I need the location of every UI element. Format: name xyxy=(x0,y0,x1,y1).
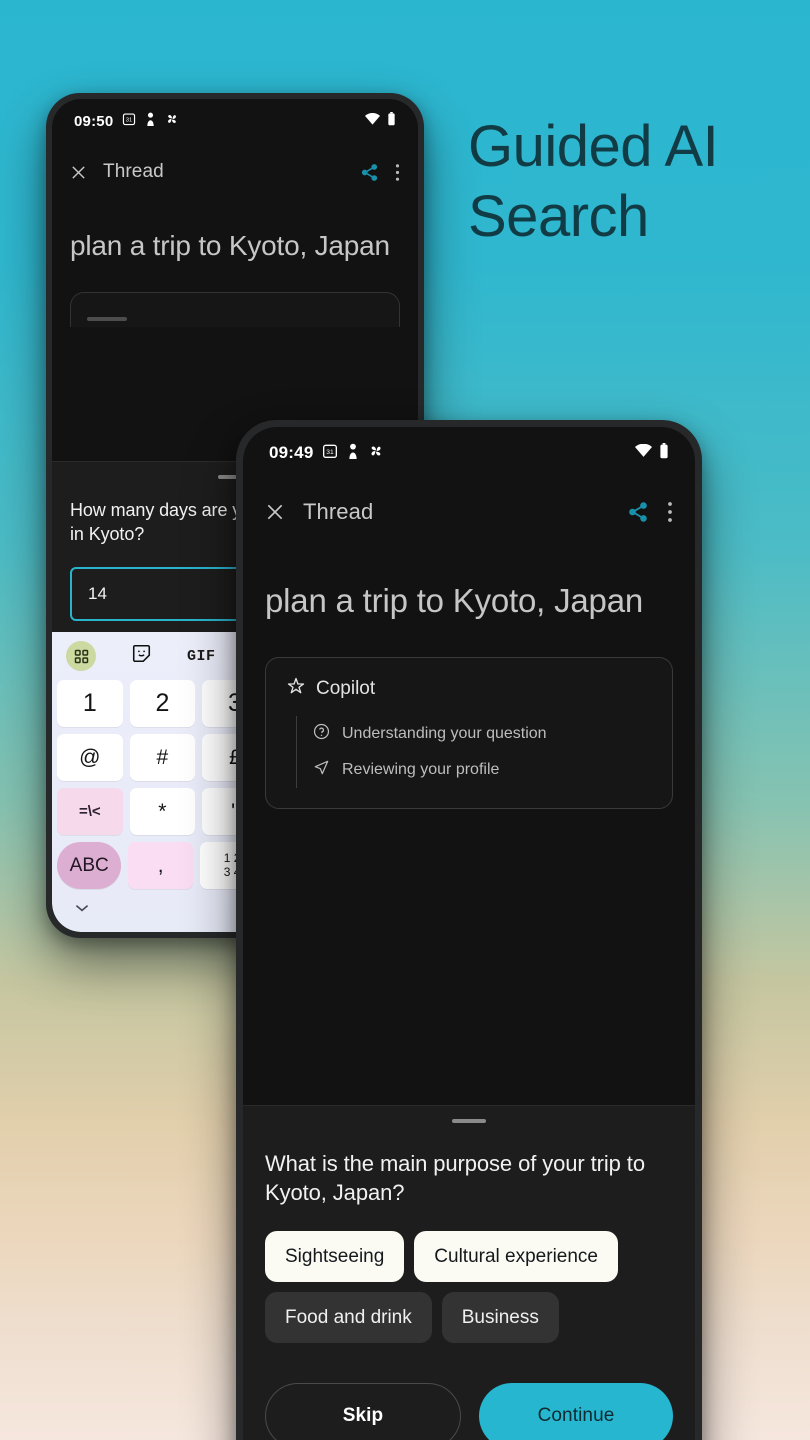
key-asterisk[interactable]: * xyxy=(129,788,196,835)
app-bar-title: Thread xyxy=(303,499,374,524)
status-bar-left: 09:49 31 xyxy=(269,443,384,464)
copilot-title: Copilot xyxy=(316,677,376,699)
status-time: 09:50 xyxy=(74,112,114,130)
more-vertical-icon[interactable] xyxy=(667,501,673,523)
key-abc[interactable]: ABC xyxy=(57,842,122,889)
close-icon[interactable] xyxy=(70,164,87,181)
days-input-value: 14 xyxy=(88,583,107,603)
battery-icon xyxy=(659,442,669,464)
sparkle-icon xyxy=(286,676,306,702)
sheet-question: What is the main purpose of your trip to… xyxy=(265,1150,645,1205)
send-icon xyxy=(313,759,330,781)
key-comma[interactable]: , xyxy=(128,842,193,889)
chip-cultural-experience[interactable]: Cultural experience xyxy=(414,1231,618,1282)
key-2[interactable]: 2 xyxy=(129,680,196,727)
status-time: 09:49 xyxy=(269,443,314,462)
more-vertical-icon[interactable] xyxy=(395,163,400,182)
svg-text:31: 31 xyxy=(327,449,335,456)
calendar-31-icon: 31 xyxy=(322,443,338,464)
person-icon xyxy=(347,443,359,464)
thread-query: plan a trip to Kyoto, Japan xyxy=(70,230,390,261)
wifi-icon xyxy=(365,112,380,130)
battery-icon xyxy=(387,111,396,131)
page-title-line-1: Guided AI xyxy=(468,114,719,179)
copilot-step: Understanding your question xyxy=(313,716,652,752)
copilot-step-label: Understanding your question xyxy=(342,724,547,742)
thread-body: plan a trip to Kyoto, Japan Copilot Unde… xyxy=(243,545,695,809)
skip-button[interactable]: Skip xyxy=(265,1383,461,1440)
key-1[interactable]: 1 xyxy=(57,680,123,727)
svg-text:31: 31 xyxy=(126,117,132,123)
pinwheel-icon xyxy=(368,443,384,464)
copilot-step: Reviewing your profile xyxy=(313,752,652,788)
sheet-actions: Skip Continue xyxy=(243,1343,695,1440)
status-bar: 09:50 31 xyxy=(52,99,418,143)
copilot-card-peek xyxy=(70,292,400,328)
phone-mockup-front: 09:49 31 Thread plan a trip to Kyoto, Ja… xyxy=(236,420,702,1440)
status-bar-right xyxy=(365,111,396,131)
thread-query: plan a trip to Kyoto, Japan xyxy=(265,582,644,619)
app-bar: Thread xyxy=(243,479,695,545)
copilot-step-label: Reviewing your profile xyxy=(342,760,500,778)
status-bar-left: 09:50 31 xyxy=(74,112,179,131)
copilot-steps: Understanding your question Reviewing yo… xyxy=(296,715,652,788)
help-circle-icon xyxy=(313,723,330,745)
key-at[interactable]: @ xyxy=(57,734,123,781)
page-title: Guided AI Search xyxy=(468,112,798,252)
pinwheel-icon xyxy=(165,112,179,131)
key-hash[interactable]: # xyxy=(129,734,196,781)
wifi-icon xyxy=(635,443,652,462)
status-bar-right xyxy=(635,442,669,464)
chip-sightseeing[interactable]: Sightseeing xyxy=(265,1231,405,1282)
chip-business[interactable]: Business xyxy=(441,1292,559,1343)
question-sheet: What is the main purpose of your trip to… xyxy=(243,1104,695,1440)
thread-body: plan a trip to Kyoto, Japan xyxy=(52,201,418,328)
app-bar-title: Thread xyxy=(103,161,164,182)
sticker-icon[interactable] xyxy=(132,644,151,668)
grid-icon[interactable] xyxy=(66,641,96,671)
close-icon[interactable] xyxy=(265,502,285,522)
share-icon[interactable] xyxy=(360,163,379,182)
calendar-31-icon: 31 xyxy=(122,112,136,131)
key-more-symbols[interactable]: =\< xyxy=(57,788,123,835)
continue-button[interactable]: Continue xyxy=(479,1383,673,1440)
gif-button[interactable]: GIF xyxy=(187,648,216,665)
copilot-header: Copilot xyxy=(286,676,652,702)
app-bar: Thread xyxy=(52,143,418,201)
page-title-line-2: Search xyxy=(468,184,649,250)
chevron-down-icon[interactable] xyxy=(74,900,90,918)
share-icon[interactable] xyxy=(627,501,649,523)
chip-food-and-drink[interactable]: Food and drink xyxy=(265,1292,432,1343)
promo-stage: Guided AI Search 09:50 31 Thread plan a … xyxy=(0,0,810,1440)
status-bar: 09:49 31 xyxy=(243,427,695,479)
answer-chip-group: Sightseeing Cultural experience Food and… xyxy=(243,1207,695,1343)
person-icon xyxy=(145,112,156,131)
phone-front-screen: 09:49 31 Thread plan a trip to Kyoto, Ja… xyxy=(243,427,695,1440)
copilot-card: Copilot Understanding your question Revi… xyxy=(265,656,673,809)
